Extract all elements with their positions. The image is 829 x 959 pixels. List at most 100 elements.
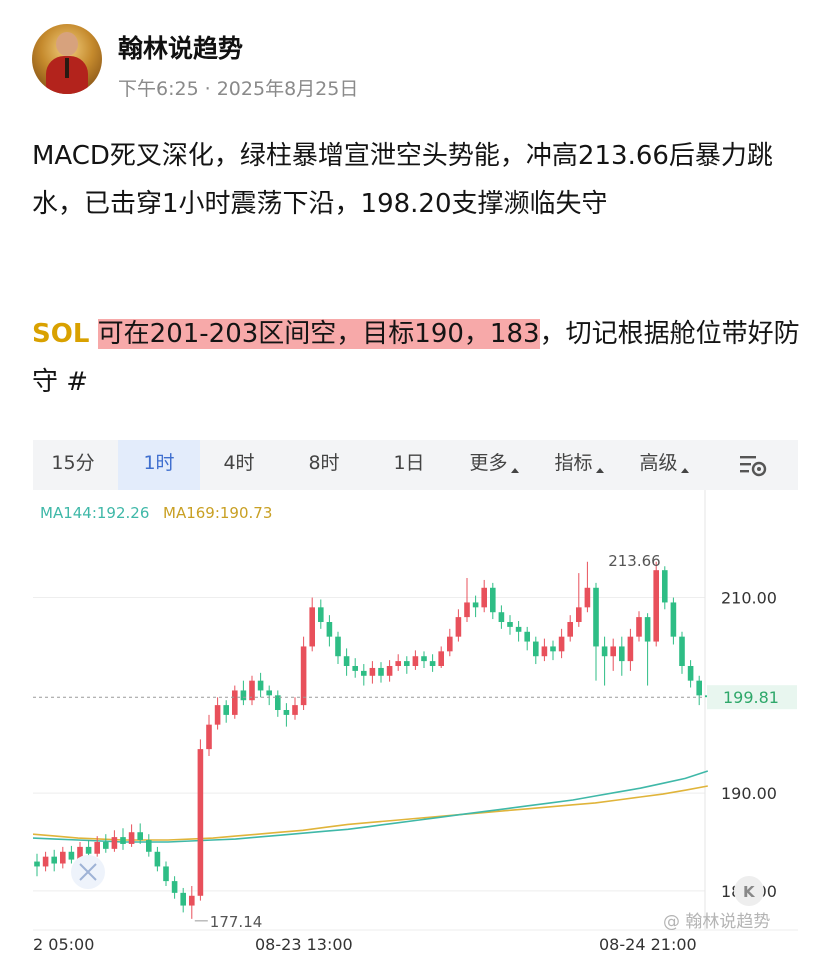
candle-body <box>163 866 169 882</box>
candle-body <box>223 705 229 715</box>
candle-body <box>455 617 462 637</box>
post-paragraph-analysis: MACD死叉深化，绿柱暴增宣泄空头势能，冲高213.66后暴力跳水，已击穿1小时… <box>32 141 773 219</box>
avatar-face <box>56 32 78 56</box>
candlestick-plot[interactable]: 199.81210.00190.00180.00213.66177.142 05… <box>33 490 798 955</box>
tab-4[interactable]: 1日 <box>368 440 450 490</box>
candle-body <box>610 646 616 657</box>
candle-body <box>128 832 135 844</box>
candle-body <box>343 656 350 666</box>
avatar-tie <box>65 58 69 78</box>
current-price-label: 199.81 <box>723 688 779 707</box>
highlighted-trade-plan: 可在201-203区间空，目标190，183 <box>97 319 540 349</box>
candle-body <box>300 646 307 706</box>
candle-body <box>68 851 75 860</box>
candle-body <box>395 661 401 666</box>
tab-6[interactable]: 指标 <box>538 440 620 490</box>
tab-3[interactable]: 8时 <box>283 440 365 490</box>
candle-body <box>619 646 625 662</box>
chart-settings-icon[interactable] <box>738 452 768 478</box>
timeframe-tabs: 15分 1时 4时 8时 1日 更多 指标 高级 <box>33 440 798 490</box>
candle-body <box>644 617 651 642</box>
candle-body <box>507 622 513 627</box>
tab-label: 8时 <box>308 452 340 474</box>
post-meta: 下午6:25 · 2025年8月25日 <box>118 74 358 101</box>
candle-body <box>438 651 444 666</box>
candle-body <box>283 710 290 715</box>
candle-body <box>541 646 548 657</box>
candle-body <box>662 570 668 603</box>
tab-label: 4时 <box>223 452 255 474</box>
dropdown-caret-icon <box>680 468 689 473</box>
candle-body <box>240 690 247 701</box>
candle-body <box>464 602 470 618</box>
candle-body <box>232 690 238 715</box>
post-date: 2025年8月25日 <box>216 78 359 100</box>
post-paragraph-trade: SOL 可在201-203区间空，目标190，183，切记根据舱位带好防守 # <box>32 310 802 406</box>
x-tick-label: 2 05:00 <box>33 935 94 954</box>
tab-2[interactable]: 4时 <box>198 440 280 490</box>
candle-body <box>679 636 685 666</box>
candle-body <box>601 646 608 657</box>
candle-body <box>584 587 591 608</box>
tab-0[interactable]: 15分 <box>33 440 113 490</box>
candle-body <box>490 587 496 613</box>
tab-label: 更多 <box>469 452 508 474</box>
tab-label: 15分 <box>51 452 95 474</box>
ma144-line <box>33 770 709 843</box>
candle-body <box>103 842 109 849</box>
symbol-tag[interactable]: SOL <box>32 319 89 349</box>
price-chart-card: 15分 1时 4时 8时 1日 更多 指标 高级 MA144:192.26 MA169:190… <box>33 440 798 955</box>
candle-body <box>378 667 384 676</box>
candle-body <box>558 636 565 652</box>
candle-body <box>189 895 195 906</box>
tab-1[interactable]: 1时 <box>118 440 200 490</box>
candle-body <box>593 587 599 647</box>
high-price-label: 213.66 <box>608 552 661 570</box>
candle-body <box>257 680 264 691</box>
post-header: 翰林说趋势 下午6:25 · 2025年8月25日 <box>32 24 792 104</box>
candle-body <box>421 656 427 662</box>
candle-body <box>266 690 272 696</box>
author-name[interactable]: 翰林说趋势 <box>118 29 243 65</box>
candle-body <box>524 631 530 642</box>
candle-body <box>404 661 410 666</box>
candle-body <box>636 617 642 637</box>
post-time: 下午6:25 <box>118 78 199 100</box>
candle-body <box>369 667 376 676</box>
candle-body <box>352 666 358 671</box>
candle-body <box>481 587 487 608</box>
back-to-latest-k-glyph: K <box>743 883 756 901</box>
candle-body <box>214 705 221 725</box>
candle-body <box>515 626 522 632</box>
candle-body <box>670 602 677 637</box>
x-tick-label: 08-23 13:00 <box>255 935 353 954</box>
dropdown-caret-icon <box>595 468 604 473</box>
candle-body <box>171 881 178 893</box>
meta-separator: · <box>204 78 211 100</box>
candle-body <box>335 636 341 657</box>
tab-7[interactable]: 高级 <box>623 440 705 490</box>
watermark-text: @ 翰林说趋势 <box>663 912 770 932</box>
candle-body <box>576 607 582 622</box>
candle-body <box>197 749 204 896</box>
candle-body <box>34 861 40 867</box>
author-avatar[interactable] <box>32 24 102 94</box>
candle-body <box>51 856 57 864</box>
tab-label: 高级 <box>639 452 678 474</box>
x-tick-label: 08-24 21:00 <box>599 935 697 954</box>
tab-label: 1日 <box>393 452 425 474</box>
candle-body <box>447 636 453 652</box>
candle-body <box>120 837 126 844</box>
candle-body <box>318 607 324 622</box>
candle-body <box>60 851 66 864</box>
tab-5[interactable]: 更多 <box>453 440 535 490</box>
candle-body <box>412 656 419 666</box>
candle-body <box>533 641 539 657</box>
candle-body <box>137 832 143 841</box>
dropdown-caret-icon <box>510 468 519 473</box>
candle-body <box>146 840 152 852</box>
candle-body <box>309 607 315 647</box>
tab-label: 1时 <box>143 452 175 474</box>
low-price-label: 177.14 <box>210 913 262 931</box>
candle-body <box>687 666 694 681</box>
